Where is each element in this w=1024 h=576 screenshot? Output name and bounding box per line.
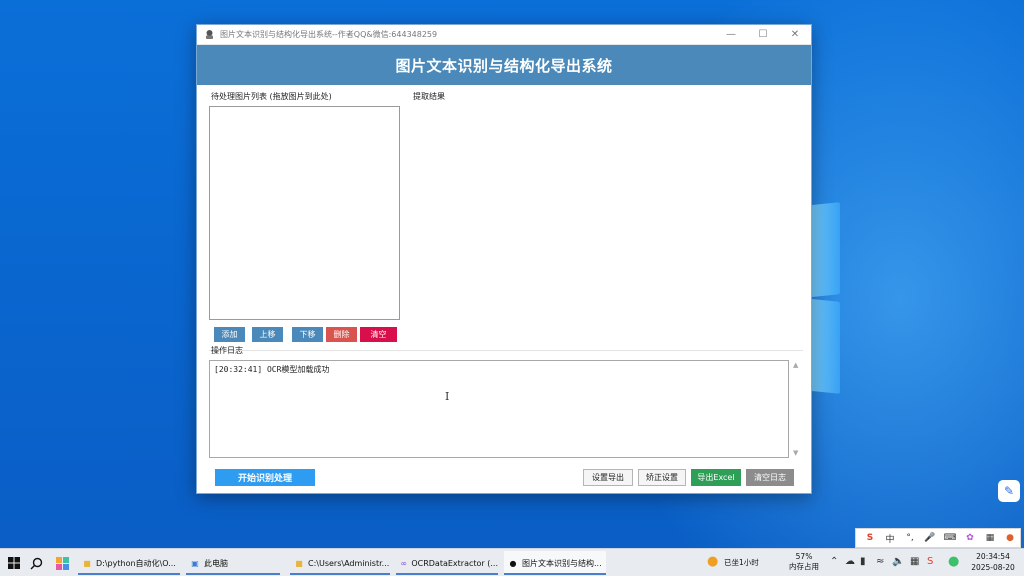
window-title: 图片文本识别与结构化导出系统--作者QQ&微信:644348259 — [220, 30, 438, 39]
memory-label: 内存占用 — [789, 562, 819, 571]
scroll-up-icon[interactable]: ▲ — [793, 361, 798, 369]
taskbar-app-label: 此电脑 — [204, 558, 228, 568]
move-up-button[interactable]: 上移 — [252, 327, 283, 342]
maximize-icon[interactable]: ☐ — [747, 25, 779, 45]
correction-settings-button[interactable]: 矫正设置 — [638, 469, 686, 486]
battery-icon[interactable]: ▮ — [860, 556, 866, 567]
chevron-up-icon[interactable]: ⌃ — [830, 556, 838, 567]
taskbar-app-vs[interactable]: ∞ OCRDataExtractor (... — [396, 551, 498, 575]
app-banner: 图片文本识别与结构化导出系统 — [197, 45, 811, 85]
taskbar-app-label: OCRDataExtractor (... — [411, 558, 498, 568]
scroll-down-icon[interactable]: ▼ — [793, 449, 798, 457]
search-icon[interactable] — [26, 553, 46, 573]
taskbar: ■ D:\python自动化\O... ▣ 此电脑 ■ C:\Users\Adm… — [0, 548, 1024, 576]
keyboard-icon[interactable]: ⌨ — [940, 529, 960, 547]
delete-button[interactable]: 删除 — [326, 327, 357, 342]
taskbar-app-ocr-window[interactable]: ● 图片文本识别与结构... — [504, 551, 606, 575]
app-active-indicator — [78, 573, 180, 575]
text-cursor-icon: I — [445, 390, 450, 403]
start-icon[interactable] — [4, 553, 24, 573]
taskbar-app-explorer-python[interactable]: ■ D:\python自动化\O... — [78, 551, 180, 575]
move-down-button[interactable]: 下移 — [292, 327, 323, 342]
taskbar-app-explorer-users[interactable]: ■ C:\Users\Administr... — [290, 551, 390, 575]
minimize-icon[interactable]: — — [715, 25, 747, 45]
sit-reminder-text: 已坐1小时 — [724, 558, 759, 567]
display-icon[interactable]: ▦ — [910, 556, 919, 567]
taskbar-app-label: C:\Users\Administr... — [308, 558, 390, 568]
toolbox-icon[interactable]: ▦ — [980, 529, 1000, 547]
sit-reminder-icon[interactable]: ● — [707, 554, 718, 569]
sogou-tray-icon[interactable]: S — [927, 556, 933, 567]
log-label: 操作日志 — [211, 346, 243, 355]
export-excel-button[interactable]: 导出Excel — [691, 469, 741, 486]
app-active-indicator — [396, 573, 498, 575]
visual-studio-icon: ∞ — [400, 558, 407, 568]
folder-icon: ■ — [295, 558, 303, 568]
log-textarea[interactable]: [20:32:41] OCR模型加载成功 — [209, 360, 789, 458]
clear-button[interactable]: 清空 — [360, 327, 397, 342]
divider — [209, 350, 803, 351]
sogou-logo-icon[interactable]: S — [860, 529, 880, 547]
edit-widget-icon[interactable]: ✎ — [998, 480, 1020, 502]
clock-date[interactable]: 2025-08-20 — [966, 563, 1020, 573]
ime-toolbar: S 中 °, 🎤 ⌨ ✿ ▦ ● — [855, 528, 1021, 548]
volume-icon[interactable]: 🔈 — [892, 556, 904, 567]
start-processing-button[interactable]: 开始识别处理 — [215, 469, 315, 486]
close-icon[interactable]: ✕ — [779, 25, 811, 45]
widgets-icon[interactable] — [52, 553, 72, 573]
memory-percent: 57% — [795, 552, 813, 561]
app-active-indicator — [290, 573, 390, 575]
result-label: 提取结果 — [413, 92, 445, 101]
folder-icon: ■ — [83, 558, 91, 568]
network-speed-icon[interactable]: ● — [948, 554, 959, 569]
computer-icon: ▣ — [191, 558, 199, 568]
app-icon: ● — [509, 558, 517, 568]
cloud-icon[interactable]: ☁ — [845, 556, 855, 567]
punctuation-icon[interactable]: °, — [900, 529, 920, 547]
title-bar[interactable]: 图片文本识别与结构化导出系统--作者QQ&微信:644348259 — ☐ ✕ — [197, 25, 811, 45]
taskbar-app-this-pc[interactable]: ▣ 此电脑 — [186, 551, 280, 575]
export-settings-button[interactable]: 设置导出 — [583, 469, 633, 486]
ime-language[interactable]: 中 — [880, 529, 900, 547]
app-active-indicator — [504, 573, 606, 575]
microphone-icon[interactable]: 🎤 — [920, 529, 940, 547]
taskbar-app-label: D:\python自动化\O... — [96, 558, 176, 568]
app-window: 图片文本识别与结构化导出系统--作者QQ&微信:644348259 — ☐ ✕ … — [196, 24, 812, 494]
add-button[interactable]: 添加 — [214, 327, 245, 342]
app-icon — [203, 29, 215, 41]
image-list[interactable] — [209, 106, 400, 320]
taskbar-app-label: 图片文本识别与结构... — [522, 558, 602, 568]
app-active-indicator — [186, 573, 280, 575]
image-list-label: 待处理图片列表 (拖放图片到此处) — [211, 92, 332, 101]
clear-log-button[interactable]: 清空日志 — [746, 469, 794, 486]
more-icon[interactable]: ● — [1000, 529, 1020, 547]
log-line: [20:32:41] OCR模型加载成功 — [214, 365, 330, 374]
clock-time[interactable]: 20:34:54 — [966, 552, 1020, 562]
skin-icon[interactable]: ✿ — [960, 529, 980, 547]
wifi-icon[interactable]: ≈ — [876, 556, 884, 567]
